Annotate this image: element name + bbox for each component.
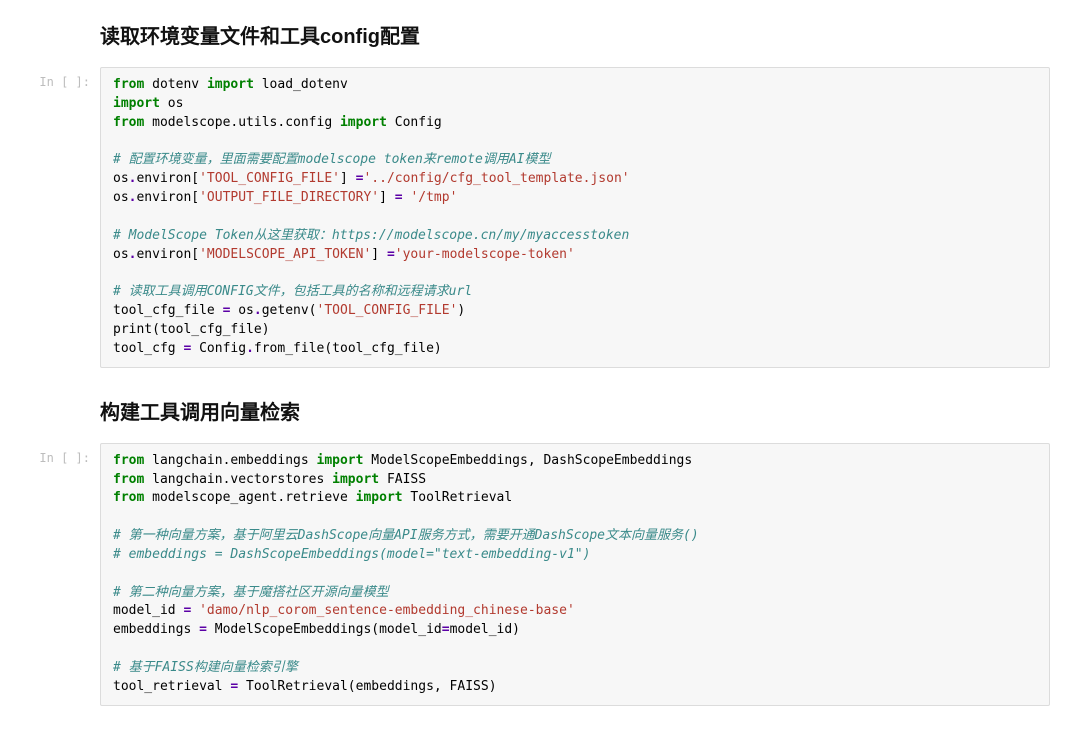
section-heading-1: 读取环境变量文件和工具config配置 (100, 20, 1050, 49)
code-block: from langchain.embeddings import ModelSc… (113, 452, 1037, 697)
code-input-area[interactable]: from dotenv import load_dotenv import os… (100, 67, 1050, 368)
code-cell-2: In [ ]: from langchain.embeddings import… (30, 443, 1050, 706)
code-input-area[interactable]: from langchain.embeddings import ModelSc… (100, 443, 1050, 706)
section-heading-2: 构建工具调用向量检索 (100, 396, 1050, 425)
input-prompt: In [ ]: (30, 67, 100, 89)
code-cell-1: In [ ]: from dotenv import load_dotenv i… (30, 67, 1050, 368)
code-block: from dotenv import load_dotenv import os… (113, 76, 1037, 359)
notebook: 读取环境变量文件和工具config配置 In [ ]: from dotenv … (0, 0, 1080, 754)
input-prompt: In [ ]: (30, 443, 100, 465)
